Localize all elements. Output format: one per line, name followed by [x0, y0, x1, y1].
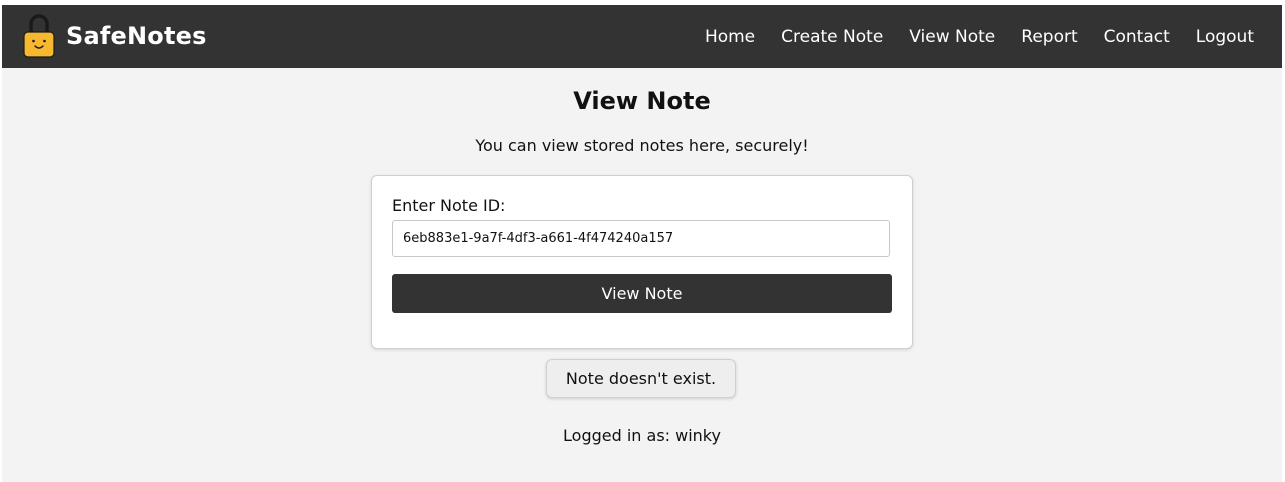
padlock-smiley-icon	[23, 14, 55, 58]
nav-links: Home Create Note View Note Report Contac…	[679, 5, 1254, 68]
nav-item-view-note[interactable]: View Note	[909, 27, 995, 47]
nav-item-home[interactable]: Home	[705, 27, 755, 47]
navbar: SafeNotes Home Create Note View Note Rep…	[2, 5, 1282, 68]
brand-name: SafeNotes	[66, 22, 207, 50]
page-frame: SafeNotes Home Create Note View Note Rep…	[2, 5, 1282, 482]
brand[interactable]: SafeNotes	[22, 10, 207, 62]
nav-item-logout[interactable]: Logout	[1196, 27, 1254, 47]
logged-in-status: Logged in as: winky	[563, 426, 721, 445]
nav-item-contact[interactable]: Contact	[1104, 27, 1170, 47]
note-id-label: Enter Note ID:	[392, 196, 506, 215]
note-id-input[interactable]	[392, 220, 890, 257]
nav-item-report[interactable]: Report	[1021, 27, 1077, 47]
view-note-form-card: Enter Note ID: View Note	[371, 175, 913, 349]
view-note-button[interactable]: View Note	[392, 274, 892, 313]
status-message: Note doesn't exist.	[546, 359, 736, 398]
page-subtitle: You can view stored notes here, securely…	[475, 136, 809, 155]
nav-item-create-note[interactable]: Create Note	[781, 27, 883, 47]
page-title: View Note	[573, 87, 711, 115]
